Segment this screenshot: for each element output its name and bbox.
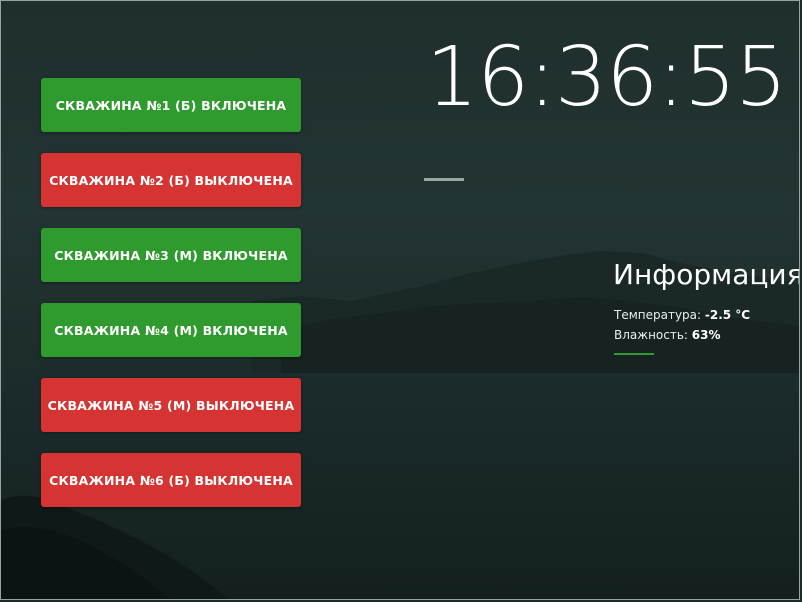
info-divider xyxy=(614,353,654,355)
temperature-label: Температура: xyxy=(614,308,705,322)
humidity-row: Влажность: 63% xyxy=(614,328,721,342)
clock-divider xyxy=(424,178,464,181)
well-1-toggle-button[interactable]: СКВАЖИНА №1 (Б) ВКЛЮЧЕНА xyxy=(41,78,301,132)
info-title: Информация xyxy=(613,258,800,291)
clock-time: 16:36:55 xyxy=(426,30,787,125)
humidity-value: 63% xyxy=(691,328,721,342)
well-2-toggle-button[interactable]: СКВАЖИНА №2 (Б) ВЫКЛЮЧЕНА xyxy=(41,153,301,207)
well-5-toggle-button[interactable]: СКВАЖИНА №5 (М) ВЫКЛЮЧЕНА xyxy=(41,378,301,432)
temperature-row: Температура: -2.5 °C xyxy=(614,308,750,322)
humidity-label: Влажность: xyxy=(614,328,692,342)
dashboard-screen: СКВАЖИНА №1 (Б) ВКЛЮЧЕНА СКВАЖИНА №2 (Б)… xyxy=(0,0,800,600)
well-3-toggle-button[interactable]: СКВАЖИНА №3 (М) ВКЛЮЧЕНА xyxy=(41,228,301,282)
well-4-toggle-button[interactable]: СКВАЖИНА №4 (М) ВКЛЮЧЕНА xyxy=(41,303,301,357)
temperature-value: -2.5 °C xyxy=(704,308,751,322)
well-6-toggle-button[interactable]: СКВАЖИНА №6 (Б) ВЫКЛЮЧЕНА xyxy=(41,453,301,507)
